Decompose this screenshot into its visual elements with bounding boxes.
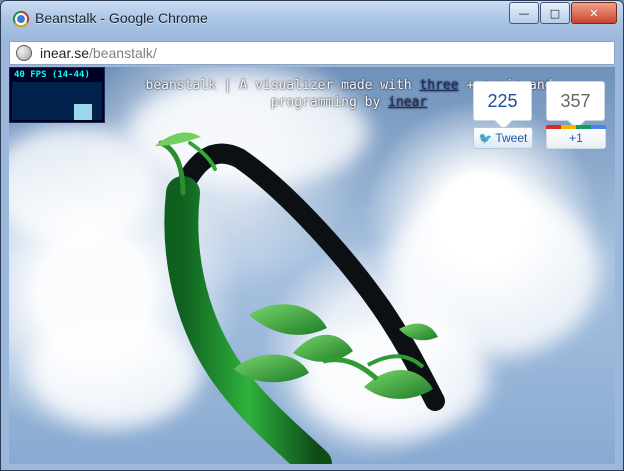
chrome-logo-icon [13,11,29,27]
inear-link[interactable]: inear [388,95,427,110]
browser-window: Beanstalk - Google Chrome — □ ✕ inear.se… [0,0,624,471]
fps-monitor: 40 FPS (14-44) [9,67,105,123]
plusone-count: 357 [546,81,605,121]
address-bar[interactable]: inear.se/beanstalk/ [9,41,615,65]
fps-graph [12,82,102,120]
fps-label: 40 FPS (14-44) [14,70,90,80]
google-plus-button[interactable]: +1 [546,125,606,149]
headline-text: beanstalk | A visualizer made with [145,78,420,93]
minimize-button[interactable]: — [509,2,539,24]
close-button[interactable]: ✕ [571,2,617,24]
share-widgets: 225 357 🐦 Tweet +1 [473,81,606,155]
twitter-bird-icon: 🐦 [478,132,493,145]
window-title: Beanstalk - Google Chrome [35,10,208,26]
titlebar: Beanstalk - Google Chrome — □ ✕ [1,1,623,37]
maximize-button[interactable]: □ [540,2,570,24]
globe-icon [16,45,32,61]
url-text[interactable]: inear.se/beanstalk/ [40,45,157,61]
window-controls: — □ ✕ [509,2,617,24]
three-link[interactable]: three [419,78,458,93]
tweet-label: Tweet [495,131,528,145]
fps-bar [74,104,92,120]
google-plus-icon [546,125,606,129]
leaf-cluster [249,304,327,335]
url-host: inear.se [40,45,90,61]
url-path: /beanstalk/ [89,45,157,61]
tweet-button[interactable]: 🐦 Tweet [473,127,533,149]
webgl-viewport[interactable]: 40 FPS (14-44) beanstalk | A visualizer … [9,67,615,464]
tweet-count: 225 [473,81,532,121]
leaf-cluster [293,334,353,362]
headline-text-line2: programming by [270,95,389,110]
plusone-label: +1 [569,131,583,145]
